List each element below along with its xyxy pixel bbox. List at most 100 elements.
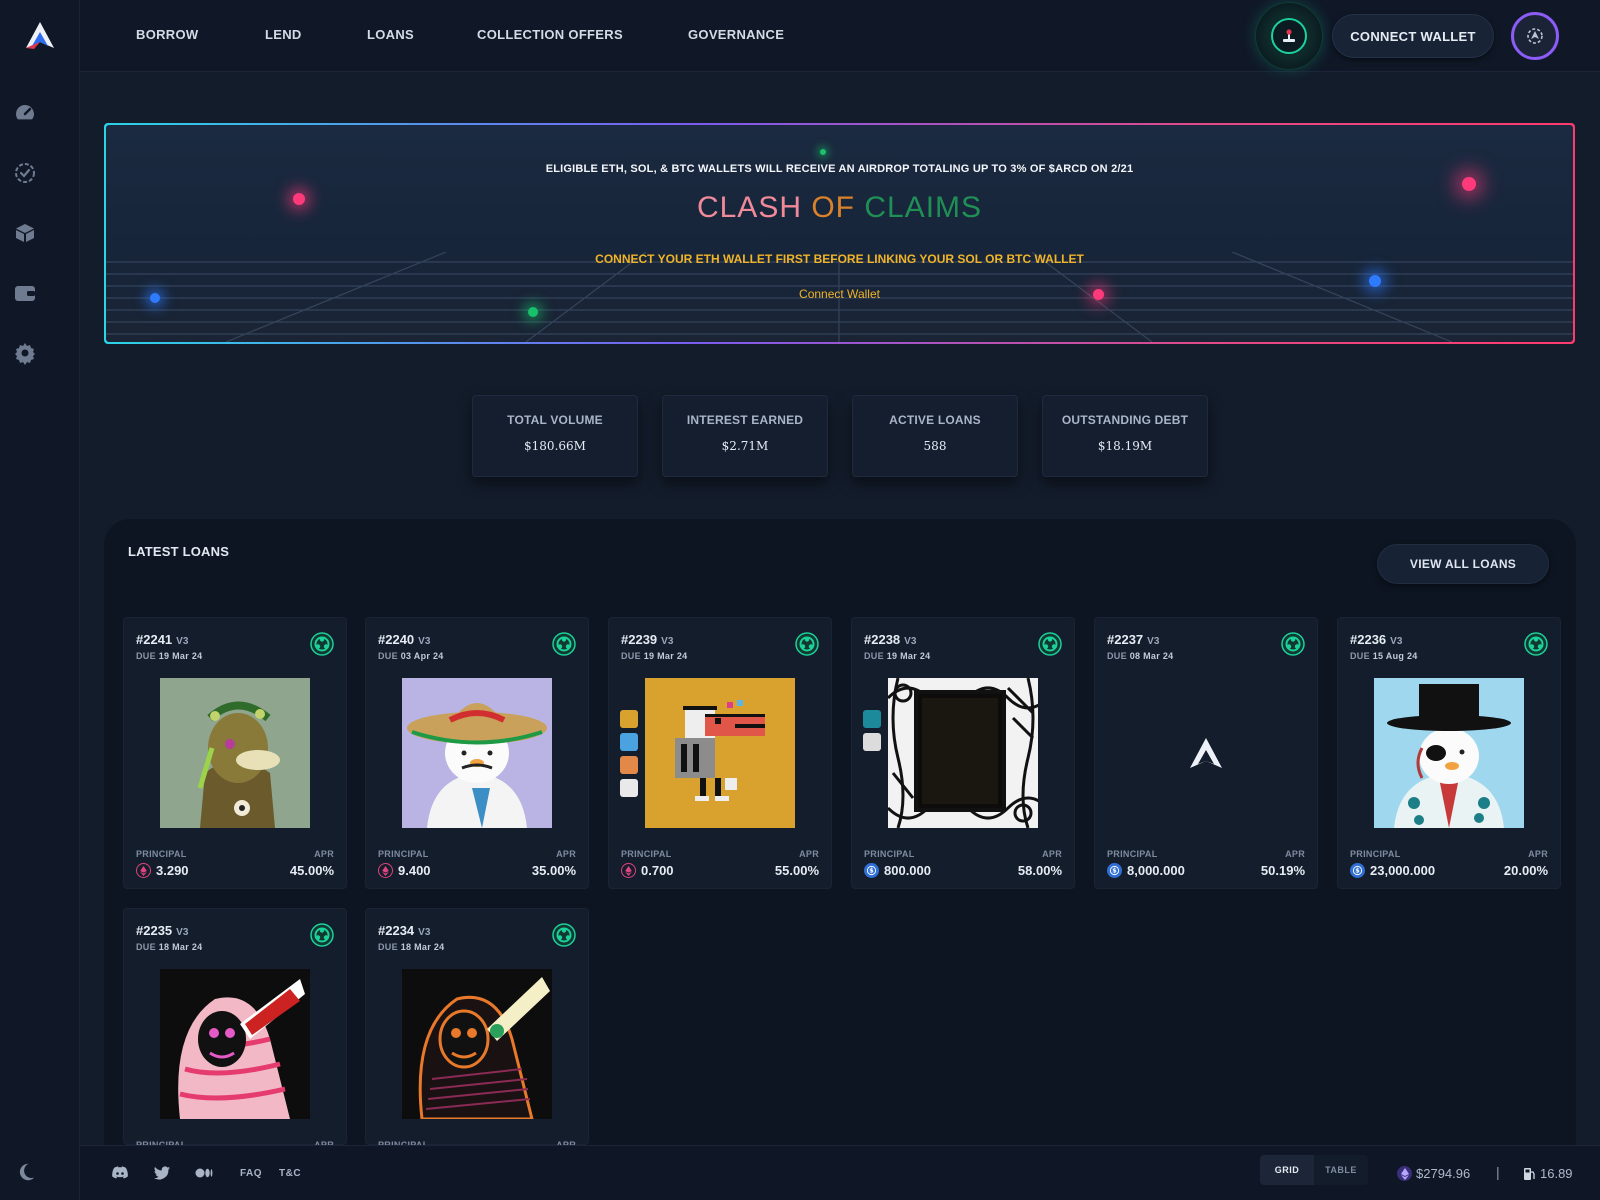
dashboard-gauge-icon[interactable] — [12, 100, 38, 126]
stat-label: TOTAL VOLUME — [507, 413, 603, 427]
nav-borrow[interactable]: BORROW — [136, 27, 198, 42]
nav-lend[interactable]: LEND — [265, 27, 302, 42]
collection-thumbnail[interactable] — [863, 710, 881, 728]
collection-thumbnail[interactable] — [620, 756, 638, 774]
stat-label: INTEREST EARNED — [686, 413, 804, 427]
nft-image[interactable] — [1131, 678, 1281, 828]
check-circle-icon[interactable] — [12, 160, 38, 186]
arcade-logo-icon[interactable] — [24, 20, 56, 52]
title-part-of: OF — [811, 191, 865, 224]
collection-thumbnail[interactable] — [620, 710, 638, 728]
glow-orb — [820, 149, 826, 155]
nft-image[interactable] — [402, 678, 552, 828]
network-status-button[interactable] — [1255, 2, 1323, 70]
joystick-icon — [1271, 18, 1307, 54]
table-view-toggle[interactable]: TABLE — [1314, 1155, 1368, 1185]
nav-loans[interactable]: LOANS — [367, 27, 414, 42]
principal-value: $23,000.000 — [1350, 863, 1435, 878]
apr-label: APR — [1285, 849, 1305, 859]
due-date-value: 19 Mar 24 — [886, 651, 931, 661]
loan-due-date: DUE 19 Mar 24 — [136, 651, 202, 661]
box-icon[interactable] — [12, 220, 38, 246]
loan-status-badge-icon — [1038, 632, 1062, 656]
principal-amount: 23,000.000 — [1370, 863, 1436, 878]
nav-governance[interactable]: GOVERNANCE — [688, 27, 784, 42]
loan-number: #2238 — [864, 632, 901, 647]
loan-card[interactable]: #2239 V3 DUE 19 Mar 24 PRINCIPAL APR 0.70… — [608, 617, 832, 889]
loan-version: V3 — [661, 636, 674, 647]
due-label: DUE — [1107, 651, 1127, 661]
banner-connect-wallet-link[interactable]: Connect Wallet — [106, 287, 1573, 301]
due-label: DUE — [136, 651, 156, 661]
loan-id: #2240 V3 — [378, 632, 430, 647]
left-sidebar — [0, 0, 80, 1200]
due-label: DUE — [378, 942, 398, 952]
view-all-loans-button[interactable]: VIEW ALL LOANS — [1377, 544, 1549, 584]
collection-thumbnails — [863, 710, 883, 756]
wallet-icon[interactable] — [12, 280, 38, 306]
svg-text:$: $ — [869, 867, 874, 875]
loan-card[interactable]: #2235V3 DUE 18 Mar 24 PRINCIPAL APR — [123, 908, 347, 1150]
eth-price: $2794.96 — [1397, 1166, 1470, 1181]
nft-image[interactable] — [1374, 678, 1524, 828]
collection-thumbnail[interactable] — [863, 733, 881, 751]
due-label: DUE — [378, 651, 398, 661]
terms-link[interactable]: T&C — [279, 1168, 301, 1179]
loan-number: #2237 — [1107, 632, 1144, 647]
loan-card[interactable]: #2241 V3 DUE 19 Mar 24 PRINCIPAL APR 3.29… — [123, 617, 347, 889]
loan-id: #2239 V3 — [621, 632, 673, 647]
nft-image[interactable] — [645, 678, 795, 828]
nft-image[interactable] — [888, 678, 1038, 828]
apr-label: APR — [556, 849, 576, 859]
principal-label: PRINCIPAL — [621, 849, 672, 859]
loan-card[interactable]: #2236 V3 DUE 15 Aug 24 PRINCIPAL APR $23,… — [1337, 617, 1561, 889]
nft-image[interactable] — [402, 969, 552, 1119]
settings-gear-icon[interactable] — [12, 340, 38, 366]
stat-value: $18.19M — [1097, 439, 1153, 453]
loan-status-badge-icon — [1524, 632, 1548, 656]
apr-value: 55.00% — [774, 863, 819, 878]
loan-status-badge-icon — [310, 923, 334, 947]
collection-thumbnail[interactable] — [620, 733, 638, 751]
medium-icon[interactable] — [194, 1163, 214, 1183]
stat-card-total-volume: TOTAL VOLUME $180.66M — [472, 395, 638, 477]
gas-price-value: 16.89 — [1540, 1166, 1573, 1181]
loan-card[interactable]: #2240 V3 DUE 03 Apr 24 PRINCIPAL APR 9.40… — [365, 617, 589, 889]
moon-icon[interactable] — [15, 1161, 37, 1183]
principal-value: $800.000 — [864, 863, 931, 878]
connect-wallet-button[interactable]: CONNECT WALLET — [1332, 14, 1494, 58]
stat-label: OUTSTANDING DEBT — [1061, 413, 1189, 427]
nft-image[interactable] — [160, 969, 310, 1119]
nav-collection-offers[interactable]: COLLECTION OFFERS — [477, 27, 623, 42]
apr-value: 50.19% — [1260, 863, 1305, 878]
twitter-icon[interactable] — [152, 1163, 172, 1183]
collection-thumbnails — [620, 710, 640, 802]
loan-due-date: DUE 18 Mar 24 — [378, 942, 444, 952]
loan-id: #2236 V3 — [1350, 632, 1402, 647]
airdrop-announcement: ELIGIBLE ETH, SOL, & BTC WALLETS WILL RE… — [545, 163, 1134, 175]
principal-value: 0.700 — [621, 863, 674, 878]
loan-id: #2234 V3 — [378, 923, 430, 938]
loan-card[interactable]: #2237 V3 DUE 08 Mar 24 PRINCIPAL APR $8,0… — [1094, 617, 1318, 889]
latest-loans-title: LATEST LOANS — [128, 544, 230, 559]
loan-id: #2241 V3 — [136, 632, 188, 647]
nft-image[interactable] — [160, 678, 310, 828]
loan-number: #2234 — [378, 923, 415, 938]
apr-value: 20.00% — [1503, 863, 1548, 878]
loan-card[interactable]: #2238 V3 DUE 19 Mar 24 PRINCIPAL APR $800… — [851, 617, 1075, 889]
loan-card[interactable]: #2234V3 DUE 18 Mar 24 PRINCIPAL APR — [365, 908, 589, 1150]
glow-orb — [1462, 177, 1476, 191]
loan-version: V3 — [1390, 636, 1403, 647]
stat-card-active-loans: ACTIVE LOANS 588 — [852, 395, 1018, 477]
discord-icon[interactable] — [110, 1163, 130, 1183]
loan-number: #2236 — [1350, 632, 1387, 647]
stat-card-interest-earned: INTEREST EARNED $2.71M — [662, 395, 828, 477]
grid-view-toggle[interactable]: GRID — [1260, 1155, 1314, 1185]
principal-label: PRINCIPAL — [864, 849, 915, 859]
loan-version: V3 — [176, 636, 189, 647]
faq-link[interactable]: FAQ — [240, 1168, 262, 1179]
collection-thumbnail[interactable] — [620, 779, 638, 797]
stat-value: $2.71M — [721, 439, 769, 453]
avatar[interactable] — [1511, 12, 1559, 60]
principal-amount: 0.700 — [641, 863, 674, 878]
